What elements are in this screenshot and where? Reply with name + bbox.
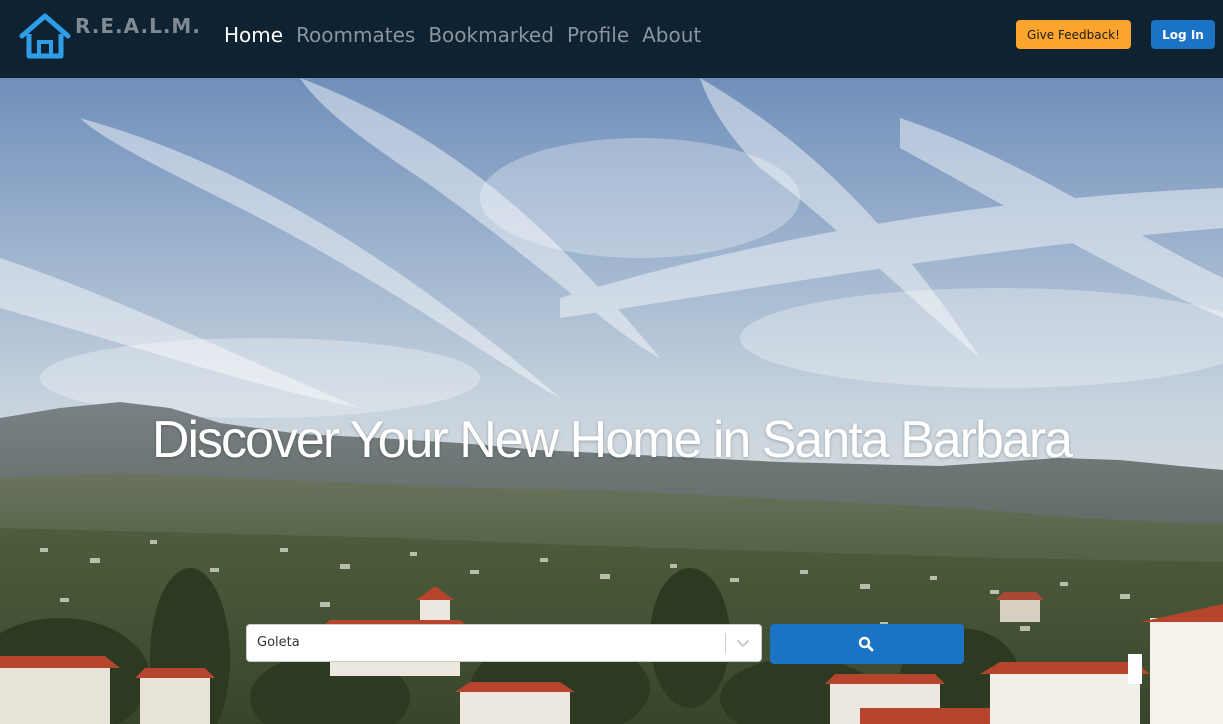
navbar: R.E.A.L.M. Home Roommates Bookmarked Pro…	[0, 0, 1223, 78]
nav-bookmarked[interactable]: Bookmarked	[428, 22, 554, 48]
location-select[interactable]: Goleta	[246, 624, 762, 662]
select-separator	[725, 633, 726, 653]
nav-roommates[interactable]: Roommates	[296, 22, 415, 48]
give-feedback-button[interactable]: Give Feedback!	[1016, 20, 1131, 49]
house-icon	[19, 13, 71, 59]
logo-text: R.E.A.L.M.	[75, 14, 201, 38]
search-button[interactable]	[770, 624, 964, 664]
hero-title: Discover Your New Home in Santa Barbara	[151, 411, 1073, 469]
nav-home[interactable]: Home	[224, 22, 283, 48]
chevron-down-icon[interactable]	[735, 635, 751, 651]
login-button[interactable]: Log In	[1151, 20, 1215, 49]
hero-section: Discover Your New Home in Santa Barbara …	[0, 78, 1223, 724]
location-select-value: Goleta	[257, 635, 300, 650]
nav-about[interactable]: About	[642, 22, 701, 48]
logo[interactable]: R.E.A.L.M.	[19, 12, 200, 62]
search-icon	[858, 636, 874, 652]
nav-profile[interactable]: Profile	[567, 22, 629, 48]
nav-links: Home Roommates Bookmarked Profile About	[224, 22, 714, 48]
